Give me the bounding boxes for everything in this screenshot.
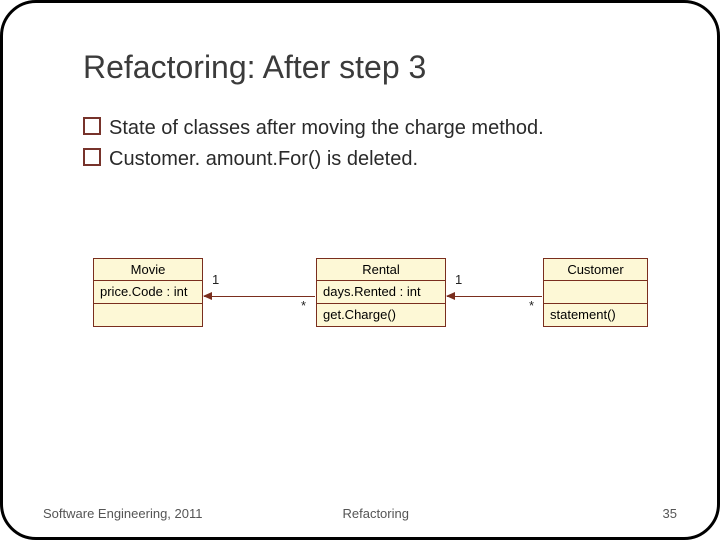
multiplicity-label: 1 bbox=[455, 272, 462, 287]
multiplicity-label: * bbox=[529, 298, 534, 313]
footer-left: Software Engineering, 2011 bbox=[43, 506, 202, 521]
assoc-rental-customer bbox=[447, 296, 542, 297]
uml-class-customer: Customer statement() bbox=[543, 258, 648, 327]
bullet-marker bbox=[83, 148, 101, 166]
uml-class-attrs bbox=[544, 281, 647, 304]
uml-class-ops: statement() bbox=[544, 304, 647, 326]
bullet-text: State of classes after moving the charge… bbox=[109, 113, 544, 144]
bullet-text: Customer. amount.For() is deleted. bbox=[109, 144, 418, 175]
uml-class-ops bbox=[94, 304, 202, 326]
footer-page-number: 35 bbox=[663, 506, 677, 521]
bullet-list: State of classes after moving the charge… bbox=[83, 113, 544, 175]
arrowhead-icon bbox=[203, 292, 212, 300]
arrowhead-icon bbox=[446, 292, 455, 300]
uml-class-attrs: days.Rented : int bbox=[317, 281, 445, 304]
uml-diagram: Movie price.Code : int Rental days.Rente… bbox=[73, 258, 653, 398]
bullet-item: Customer. amount.For() is deleted. bbox=[83, 144, 544, 175]
uml-class-rental: Rental days.Rented : int get.Charge() bbox=[316, 258, 446, 327]
uml-class-name: Movie bbox=[94, 259, 202, 281]
slide-frame: Refactoring: After step 3 State of class… bbox=[0, 0, 720, 540]
uml-class-name: Customer bbox=[544, 259, 647, 281]
uml-class-movie: Movie price.Code : int bbox=[93, 258, 203, 327]
uml-class-name: Rental bbox=[317, 259, 445, 281]
multiplicity-label: * bbox=[301, 298, 306, 313]
slide-footer: Software Engineering, 2011 Refactoring 3… bbox=[43, 506, 677, 521]
uml-class-ops: get.Charge() bbox=[317, 304, 445, 326]
multiplicity-label: 1 bbox=[212, 272, 219, 287]
footer-center: Refactoring bbox=[202, 506, 662, 521]
bullet-marker bbox=[83, 117, 101, 135]
assoc-movie-rental bbox=[204, 296, 315, 297]
slide-title: Refactoring: After step 3 bbox=[83, 49, 426, 86]
bullet-item: State of classes after moving the charge… bbox=[83, 113, 544, 144]
uml-class-attrs: price.Code : int bbox=[94, 281, 202, 304]
